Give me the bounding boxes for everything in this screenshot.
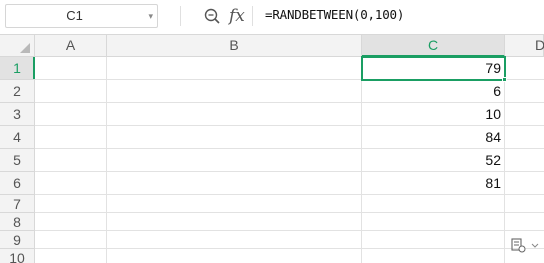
select-all-triangle-icon (20, 43, 30, 53)
cell-c2[interactable]: 6 (362, 80, 505, 103)
name-box[interactable]: C1 ▾ (5, 4, 158, 28)
fill-handle[interactable] (502, 77, 507, 82)
fx-icon[interactable]: fx (229, 4, 245, 28)
cell-c4[interactable]: 84 (362, 126, 505, 149)
row-header-2[interactable]: 2 (0, 80, 35, 103)
row-header-10[interactable]: 10 (0, 249, 35, 263)
formula-input[interactable]: =RANDBETWEEN(0,100) (265, 4, 404, 28)
column-gridline (106, 57, 107, 263)
row-header-6[interactable]: 6 (0, 172, 35, 195)
row-header-3[interactable]: 3 (0, 103, 35, 126)
column-header-d[interactable]: D (505, 35, 544, 57)
spreadsheet-grid[interactable]: A B C D 1 2 3 4 5 6 7 8 9 10 79 6 10 84 … (0, 34, 544, 263)
formula-bar-divider (252, 6, 253, 26)
row-header-5[interactable]: 5 (0, 149, 35, 172)
cell-c3[interactable]: 10 (362, 103, 505, 126)
row-header-9[interactable]: 9 (0, 231, 35, 249)
row-header-1[interactable]: 1 (0, 57, 35, 80)
zoom-icon[interactable] (203, 6, 221, 26)
cell-c6[interactable]: 81 (362, 172, 505, 195)
column-header-b[interactable]: B (107, 35, 362, 57)
row-header-7[interactable]: 7 (0, 195, 35, 213)
formula-bar: C1 ▾ fx =RANDBETWEEN(0,100) (0, 0, 544, 33)
paste-options-icon[interactable] (508, 234, 540, 256)
row-gridline (35, 248, 544, 249)
column-header-a[interactable]: A (35, 35, 107, 57)
row-gridline (35, 212, 544, 213)
name-box-dropdown-icon[interactable]: ▾ (148, 5, 153, 27)
formula-bar-divider (180, 6, 181, 26)
cell-c5[interactable]: 52 (362, 149, 505, 172)
row-gridline (35, 230, 544, 231)
row-header-4[interactable]: 4 (0, 126, 35, 149)
row-header-8[interactable]: 8 (0, 213, 35, 231)
active-cell-selection[interactable] (361, 56, 506, 81)
column-header-c[interactable]: C (362, 35, 505, 57)
select-all-button[interactable] (0, 35, 35, 57)
name-box-value[interactable]: C1 (6, 5, 143, 27)
